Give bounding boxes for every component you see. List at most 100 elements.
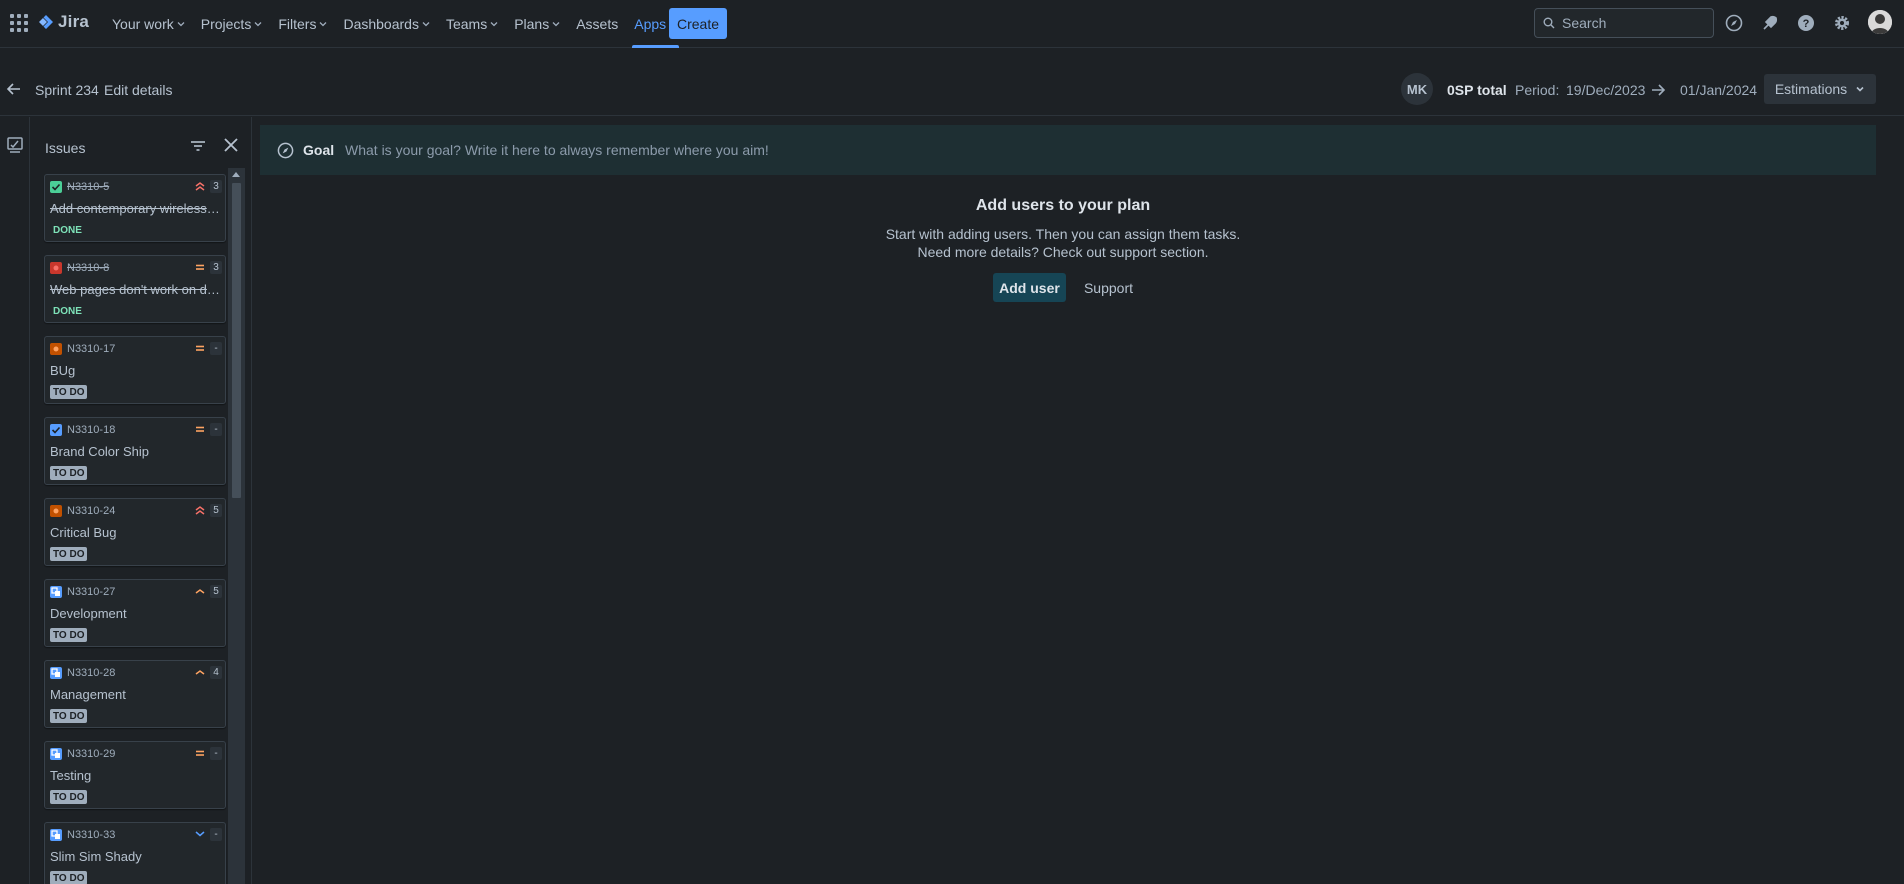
estimations-dropdown[interactable]: Estimations <box>1764 74 1876 104</box>
priority-medium-icon <box>193 747 207 759</box>
team-avatar[interactable]: MK <box>1401 73 1433 105</box>
issue-card[interactable]: N3310-5 3 Add contemporary wireless techno… <box>44 174 226 242</box>
estimate-badge: 5 <box>210 504 222 517</box>
chevron-down-icon <box>319 22 327 27</box>
subtask-icon <box>50 748 62 760</box>
chevron-down-icon <box>1856 86 1864 92</box>
task-icon <box>50 424 62 436</box>
search-field[interactable] <box>1534 8 1714 38</box>
status-badge: TO DO <box>50 871 88 884</box>
period-end-date[interactable]: 01/Jan/2024 <box>1680 82 1757 98</box>
bug-icon <box>50 262 62 274</box>
issue-card-header: N3310-27 <box>50 585 115 599</box>
issue-title: BUg <box>50 363 76 378</box>
add-user-button[interactable]: Add user <box>992 273 1066 302</box>
issue-card[interactable]: N3310-29 - Testing TO DO <box>44 741 226 809</box>
issue-key[interactable]: N3310-27 <box>67 586 115 598</box>
issue-card[interactable]: N3310-18 - Brand Color Ship TO DO <box>44 417 226 485</box>
issue-card[interactable]: N3310-28 4 Management TO DO <box>44 660 226 728</box>
issue-title: Web pages don't work on devices <box>50 282 222 297</box>
estimate-badge: - <box>210 423 222 436</box>
notifications-icon[interactable] <box>1758 11 1782 35</box>
issue-card[interactable]: N3310-8 3 Web pages don't work on devices D… <box>44 255 226 323</box>
estimations-label: Estimations <box>1774 81 1848 97</box>
empty-state-text-2: Need more details? Check out support sec… <box>917 244 1209 260</box>
estimate-badge: 5 <box>210 585 222 598</box>
issue-key[interactable]: N3310-17 <box>67 343 115 355</box>
back-arrow-icon[interactable] <box>6 81 22 100</box>
nav-item-label: Teams <box>445 16 488 32</box>
issue-card[interactable]: N3310-24 5 Critical Bug TO DO <box>44 498 226 566</box>
goal-bar[interactable]: Goal What is your goal? Write it here to… <box>260 125 1876 175</box>
issue-card[interactable]: N3310-17 - BUg TO DO <box>44 336 226 404</box>
bug-icon <box>50 343 62 355</box>
issue-card-header: N3310-5 <box>50 180 109 194</box>
issue-key[interactable]: N3310-5 <box>67 181 109 193</box>
chevron-down-icon <box>552 22 560 27</box>
period-start-date[interactable]: 19/Dec/2023 <box>1566 82 1645 98</box>
issue-title: Testing <box>50 768 92 783</box>
nav-item-label: Projects <box>200 16 252 32</box>
status-badge: TO DO <box>50 547 88 561</box>
jira-logo[interactable]: Jira <box>38 12 89 32</box>
jira-logo-icon <box>39 15 53 29</box>
bug-icon <box>50 505 62 517</box>
nav-menu: Your work Projects Filters Dashboards Teams P… <box>104 0 685 48</box>
settings-gear-icon[interactable] <box>1830 11 1854 35</box>
scroll-up-arrow-icon[interactable] <box>232 172 240 177</box>
app-switcher-icon[interactable] <box>10 14 28 32</box>
issue-card[interactable]: N3310-27 5 Development TO DO <box>44 579 226 647</box>
subtask-icon <box>50 586 62 598</box>
chevron-down-icon <box>490 22 498 27</box>
nav-item-teams[interactable]: Teams <box>438 0 506 48</box>
issue-key[interactable]: N3310-28 <box>67 667 115 679</box>
empty-state-title: Add users to your plan <box>975 197 1151 214</box>
help-icon[interactable]: ? <box>1794 11 1818 35</box>
issue-key[interactable]: N3310-18 <box>67 424 115 436</box>
issue-key[interactable]: N3310-29 <box>67 748 115 760</box>
close-panel-icon[interactable] <box>222 136 240 157</box>
priority-high-icon <box>193 666 207 678</box>
support-link[interactable]: Support <box>1084 280 1133 296</box>
status-badge: TO DO <box>50 709 88 723</box>
issues-panel-title: Issues <box>45 140 86 156</box>
nav-item-filters[interactable]: Filters <box>270 0 335 48</box>
subtask-icon <box>50 667 62 679</box>
filter-icon[interactable] <box>190 138 206 157</box>
nav-item-dashboards[interactable]: Dashboards <box>335 0 438 48</box>
estimate-badge: - <box>210 747 222 760</box>
nav-item-label: Your work <box>112 16 174 32</box>
nav-item-plans[interactable]: Plans <box>506 0 568 48</box>
status-badge: TO DO <box>50 466 88 480</box>
issue-title: Development <box>50 606 127 621</box>
issue-card-header: N3310-18 <box>50 423 115 437</box>
issue-card-header: N3310-28 <box>50 666 115 680</box>
issue-title: Critical Bug <box>50 525 117 540</box>
arrow-right-icon <box>1650 82 1666 101</box>
create-button[interactable]: Create <box>669 8 727 39</box>
scrollbar-thumb[interactable] <box>232 183 241 498</box>
nav-item-your-work[interactable]: Your work <box>104 0 193 48</box>
issue-card-header: N3310-33 <box>50 828 115 842</box>
status-badge: TO DO <box>50 385 88 399</box>
empty-state-actions: Add user Support <box>860 273 1266 302</box>
issue-card-header: N3310-29 <box>50 747 115 761</box>
estimate-badge: - <box>210 342 222 355</box>
chevron-down-icon <box>422 22 430 27</box>
search-input[interactable] <box>1562 15 1702 31</box>
issue-key[interactable]: N3310-8 <box>67 262 109 274</box>
issue-card[interactable]: N3310-33 - Slim Sim Shady TO DO <box>44 822 226 884</box>
compass-icon[interactable] <box>1722 11 1746 35</box>
subtask-icon <box>50 829 62 841</box>
goal-label: Goal <box>303 142 335 158</box>
nav-item-assets[interactable]: Assets <box>568 0 626 48</box>
board-toggle-icon[interactable] <box>6 136 24 157</box>
issue-key[interactable]: N3310-24 <box>67 505 115 517</box>
goal-placeholder[interactable]: What is your goal? Write it here to alwa… <box>345 142 769 158</box>
chevron-down-icon <box>177 22 185 27</box>
issue-key[interactable]: N3310-33 <box>67 829 115 841</box>
empty-state: Add users to your plan Start with adding… <box>860 197 1266 302</box>
nav-item-projects[interactable]: Projects <box>193 0 271 48</box>
edit-details-link[interactable]: Edit details <box>104 82 172 98</box>
user-avatar[interactable] <box>1868 10 1892 34</box>
